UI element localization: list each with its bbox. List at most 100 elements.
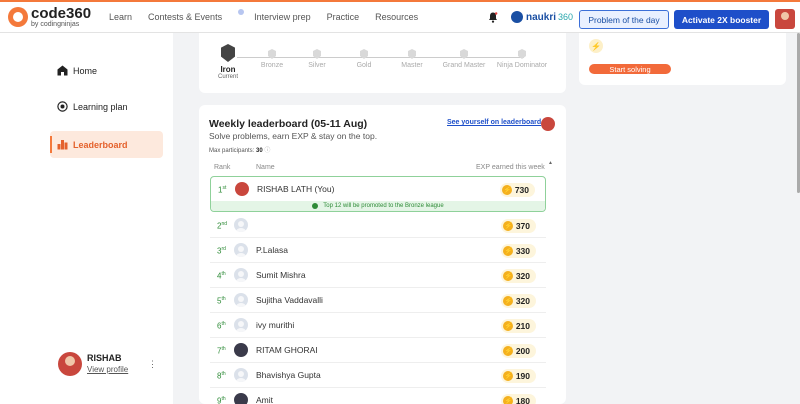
check-icon <box>312 203 319 209</box>
leaderboard-scrollbar[interactable]: ▲ <box>548 160 553 404</box>
view-profile-link[interactable]: View profile <box>87 364 128 375</box>
shield-icon <box>360 49 368 59</box>
league-silver: Silver <box>304 49 330 69</box>
code360-logo[interactable]: code360 by codingninjas <box>8 6 91 28</box>
logo-subtitle: by codingninjas <box>31 21 80 28</box>
shield-icon <box>221 44 235 62</box>
logo-title: code360 <box>31 5 92 22</box>
league-name: Master <box>401 62 423 69</box>
avatar <box>234 368 248 382</box>
nav-learn[interactable]: Learn <box>109 12 132 22</box>
avatar <box>234 318 248 332</box>
column-header-rank: Rank <box>214 164 231 171</box>
leaderboard-title: Weekly leaderboard (05-11 Aug) <box>209 118 368 130</box>
participant-name: ivy murithi <box>256 320 295 330</box>
exp-badge: ⚡ 730 <box>499 183 535 197</box>
promotion-text: Top 12 will be promoted to the Bronze le… <box>323 203 444 209</box>
flash-icon: ⚡ <box>502 321 513 331</box>
scroll-up-icon[interactable]: ▲ <box>548 160 553 166</box>
sidebar-user-name: RISHAB <box>87 353 122 363</box>
shield-icon <box>313 49 321 59</box>
sidebar-item-home[interactable]: Home <box>50 57 163 84</box>
participant-name: Sumit Mishra <box>256 270 306 280</box>
avatar <box>234 218 248 232</box>
league-name: Iron <box>220 65 236 74</box>
table-row[interactable]: 9th Amit ⚡ 180 <box>210 388 546 404</box>
home-icon <box>57 65 68 76</box>
table-row[interactable]: 2nd ⚡ 370 <box>210 213 546 238</box>
leaderboard-icon <box>57 140 68 150</box>
new-indicator-dot <box>238 9 245 15</box>
rank-label: 4th <box>217 271 226 281</box>
more-options-icon[interactable]: ⋮ <box>148 359 157 370</box>
exp-badge: ⚡ 370 <box>500 219 536 233</box>
league-name: Bronze <box>260 62 284 69</box>
max-participants-value: 30 <box>256 148 263 154</box>
nav-resources[interactable]: Resources <box>375 12 418 22</box>
table-row[interactable]: 3rd P.Lalasa ⚡ 330 <box>210 238 546 263</box>
table-row-current-user[interactable]: 1st RISHAB LATH (You) ⚡730 RISHAB LATH (… <box>210 176 546 212</box>
sidebar-item-label: Leaderboard <box>73 139 128 150</box>
table-row[interactable]: 4th Sumit Mishra ⚡ 320 <box>210 263 546 288</box>
exp-badge: ⚡ 200 <box>500 344 536 358</box>
flash-icon: ⚡ <box>502 371 513 381</box>
sidebar-item-label: Home <box>73 65 98 76</box>
avatar <box>235 182 249 196</box>
see-yourself-link[interactable]: See yourself on leaderboard <box>447 119 541 126</box>
avatar <box>234 343 248 357</box>
table-row[interactable]: 7th RITAM GHORAI ⚡ 200 <box>210 338 546 363</box>
start-solving-button[interactable]: Start solving <box>589 64 671 74</box>
participant-name: RISHAB LATH (You) <box>257 184 335 194</box>
sidebar-user-profile[interactable]: RISHAB View profile <box>58 352 128 376</box>
participant-name: Bhavishya Gupta <box>256 370 321 380</box>
exp-badge: ⚡ 320 <box>500 269 536 283</box>
league-grand-master: Grand Master <box>440 49 488 69</box>
nav-practice[interactable]: Practice <box>327 12 360 22</box>
promotion-banner: RISHAB LATH (You)Top 12 will be promoted… <box>211 201 545 211</box>
flash-icon: ⚡ <box>502 296 513 306</box>
naukri-label: naukri <box>526 11 557 23</box>
rank-label: 7th <box>217 346 226 356</box>
avatar <box>58 352 82 376</box>
nav-contests-events[interactable]: Contests & Events <box>148 9 245 22</box>
avatar <box>541 117 555 131</box>
naukri-360-label: 360 <box>558 12 574 22</box>
table-row[interactable]: 5th Sujitha Vaddavalli ⚡ 320 <box>210 288 546 313</box>
participant-name: P.Lalasa <box>256 245 288 255</box>
sidebar-item-learning-plan[interactable]: Learning plan <box>50 93 163 120</box>
flash-icon: ⚡ <box>502 346 513 356</box>
flash-icon: ⚡ <box>502 396 513 404</box>
league-gold: Gold <box>352 49 376 69</box>
naukri360-link[interactable]: naukri 360 <box>511 11 573 23</box>
activate-booster-button[interactable]: Activate 2X booster <box>674 10 769 29</box>
league-name: Gold <box>356 62 372 69</box>
shield-icon <box>460 49 468 59</box>
league-master: Master <box>397 49 427 69</box>
league-iron: Iron Current <box>216 44 240 80</box>
exp-badge: ⚡ 210 <box>500 319 536 333</box>
nav-interview-prep[interactable]: Interview prep <box>254 12 311 22</box>
logo-icon <box>8 7 28 27</box>
main-nav: Learn Contests & Events Interview prep P… <box>109 9 434 22</box>
shield-icon <box>408 49 416 59</box>
user-avatar[interactable] <box>775 9 795 29</box>
bell-icon[interactable] <box>488 12 498 23</box>
participant-name: Amit <box>256 395 273 404</box>
league-current-label: Current <box>217 74 238 80</box>
rank-label: 9th <box>217 396 226 404</box>
flash-icon: ⚡ <box>589 39 603 53</box>
naukri-logo-icon <box>511 11 523 23</box>
table-row[interactable]: 8th Bhavishya Gupta ⚡ 190 <box>210 363 546 388</box>
league-bronze: Bronze <box>258 49 286 69</box>
streak-card <box>579 33 786 85</box>
sidebar-item-leaderboard[interactable]: Leaderboard <box>50 131 163 158</box>
sidebar-item-label: Learning plan <box>73 101 128 112</box>
exp-badge: ⚡ 180 <box>500 394 536 404</box>
avatar <box>234 243 248 257</box>
rank-label: 8th <box>217 371 226 381</box>
problem-of-the-day-button[interactable]: Problem of the day <box>579 10 669 29</box>
nav-contests-label: Contests & Events <box>148 12 223 22</box>
shield-icon <box>518 49 526 59</box>
table-row[interactable]: 6th ivy murithi ⚡ 210 <box>210 313 546 338</box>
column-header-exp: EXP earned this week <box>476 164 545 171</box>
